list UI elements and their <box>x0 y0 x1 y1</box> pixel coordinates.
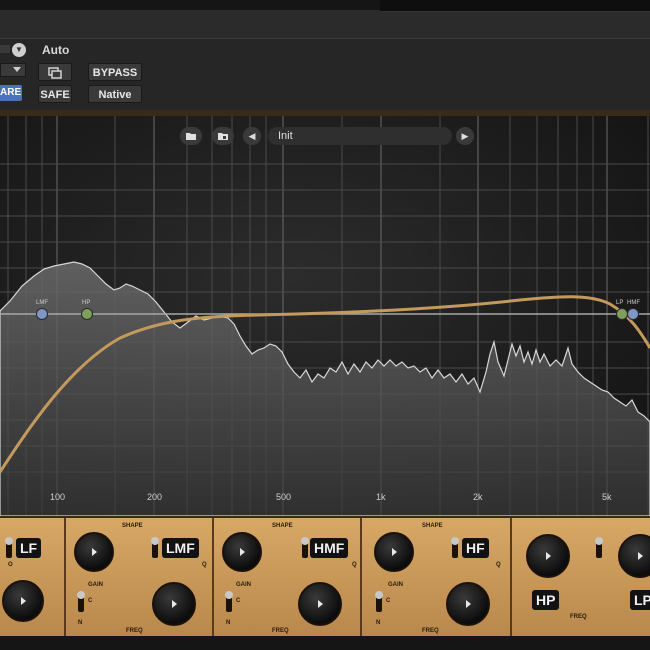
knob-indicator <box>392 548 397 556</box>
hmf-node-label: HMF <box>627 300 640 306</box>
automation-menu-icon[interactable]: ▼ <box>12 43 26 57</box>
lmf-q-toggle[interactable] <box>151 537 159 558</box>
bottom-bar <box>0 636 650 650</box>
freq-tick-1k: 1k <box>376 492 386 502</box>
hmf-band-label: HMF <box>310 538 349 558</box>
lp-band-label: LP <box>630 590 650 610</box>
plugin-window: ▼ Auto ARE SAFE BYPASS Native LMF HP LP … <box>0 0 650 650</box>
bypass-button[interactable]: BYPASS <box>88 63 142 81</box>
lmf-band-label: LMF <box>162 538 199 558</box>
knob-indicator <box>318 600 323 608</box>
hmf-cn-toggle[interactable] <box>225 591 233 612</box>
window-icon <box>48 67 62 79</box>
hp-node[interactable] <box>81 308 93 320</box>
eq-graph-svg: LMF HP LP HMF <box>0 116 650 516</box>
section-divider <box>360 518 362 636</box>
hmf-shape-label: SHAPE <box>272 523 293 529</box>
save-preset-button[interactable] <box>212 127 234 145</box>
freq-tick-2k: 2k <box>473 492 483 502</box>
hf-q-label: Q <box>496 562 501 568</box>
knob-indicator <box>240 548 245 556</box>
freq-tick-5k: 5k <box>602 492 612 502</box>
open-preset-button[interactable] <box>180 127 202 145</box>
hmf-c-label: C <box>236 598 241 604</box>
next-preset-button[interactable]: ▶ <box>456 127 474 145</box>
host-top-right-strip <box>380 0 650 12</box>
lf-freq-knob[interactable] <box>2 580 44 622</box>
safe-button[interactable]: SAFE <box>38 85 72 103</box>
native-button[interactable]: Native <box>88 85 142 103</box>
host-small-button[interactable] <box>0 45 10 53</box>
freq-tick-200: 200 <box>147 492 163 502</box>
hmf-freq-label: FREQ <box>272 628 289 634</box>
section-divider <box>64 518 66 636</box>
section-divider <box>212 518 214 636</box>
lmf-node[interactable] <box>36 308 48 320</box>
lmf-c-label: C <box>88 598 93 604</box>
knob-indicator <box>92 548 97 556</box>
hp-node-label: HP <box>82 300 90 306</box>
freq-tick-100: 100 <box>50 492 66 502</box>
lmf-n-label: N <box>78 620 83 626</box>
knob-indicator <box>21 597 26 605</box>
knob-indicator <box>638 552 643 560</box>
hmf-q-label: Q <box>352 562 357 568</box>
hmf-gain-knob[interactable] <box>222 532 262 572</box>
auto-label: Auto <box>42 43 70 57</box>
section-divider <box>510 518 512 636</box>
hmf-q-toggle[interactable] <box>301 537 309 558</box>
hmf-node[interactable] <box>627 308 639 320</box>
lmf-freq-knob[interactable] <box>152 582 196 626</box>
knob-indicator <box>546 552 551 560</box>
hp-freq-label: FREQ <box>570 614 587 620</box>
knob-indicator <box>172 600 177 608</box>
hf-cn-toggle[interactable] <box>375 591 383 612</box>
hf-band-label: HF <box>462 538 489 558</box>
window-mode-button[interactable] <box>38 63 72 81</box>
knob-indicator <box>466 600 471 608</box>
preset-name-field[interactable]: Init <box>268 127 452 145</box>
hf-gain-label: GAIN <box>388 582 403 588</box>
eq-graph[interactable]: LMF HP LP HMF <box>0 116 650 516</box>
hmf-freq-knob[interactable] <box>298 582 342 626</box>
lmf-shape-label: SHAPE <box>122 523 143 529</box>
hp-band-label: HP <box>532 590 560 610</box>
hf-shape-label: SHAPE <box>422 523 443 529</box>
lp-node[interactable] <box>616 308 628 320</box>
hmf-n-label: N <box>226 620 231 626</box>
chevron-down-icon <box>13 67 21 72</box>
lmf-gain-label: GAIN <box>88 582 103 588</box>
hf-gain-knob[interactable] <box>374 532 414 572</box>
lmf-gain-knob[interactable] <box>74 532 114 572</box>
lmf-freq-label: FREQ <box>126 628 143 634</box>
preset-dropdown[interactable] <box>0 63 26 77</box>
lmf-node-label: LMF <box>36 300 48 306</box>
hf-freq-knob[interactable] <box>446 582 490 626</box>
previous-preset-button[interactable]: ◀ <box>243 127 261 145</box>
lp-node-label: LP <box>616 300 623 306</box>
hf-n-label: N <box>376 620 381 626</box>
hf-freq-label: FREQ <box>422 628 439 634</box>
hmf-gain-label: GAIN <box>236 582 251 588</box>
lf-shape-toggle[interactable] <box>5 537 13 558</box>
folder-icon <box>186 133 196 140</box>
freq-tick-500: 500 <box>276 492 292 502</box>
hf-q-toggle[interactable] <box>451 537 459 558</box>
lf-band-label: LF <box>16 538 42 558</box>
lf-o-label: O <box>8 562 13 568</box>
hp-freq-knob[interactable] <box>526 534 570 578</box>
compare-button[interactable]: ARE <box>0 85 22 101</box>
lmf-cn-toggle[interactable] <box>77 591 85 612</box>
lmf-q-label: Q <box>202 562 207 568</box>
host-controls: ▼ Auto ARE SAFE BYPASS Native <box>0 38 650 110</box>
hp-lp-toggle[interactable] <box>595 537 603 558</box>
hf-c-label: C <box>386 598 391 604</box>
host-title-bar <box>0 0 650 38</box>
save-folder-icon <box>218 133 228 140</box>
